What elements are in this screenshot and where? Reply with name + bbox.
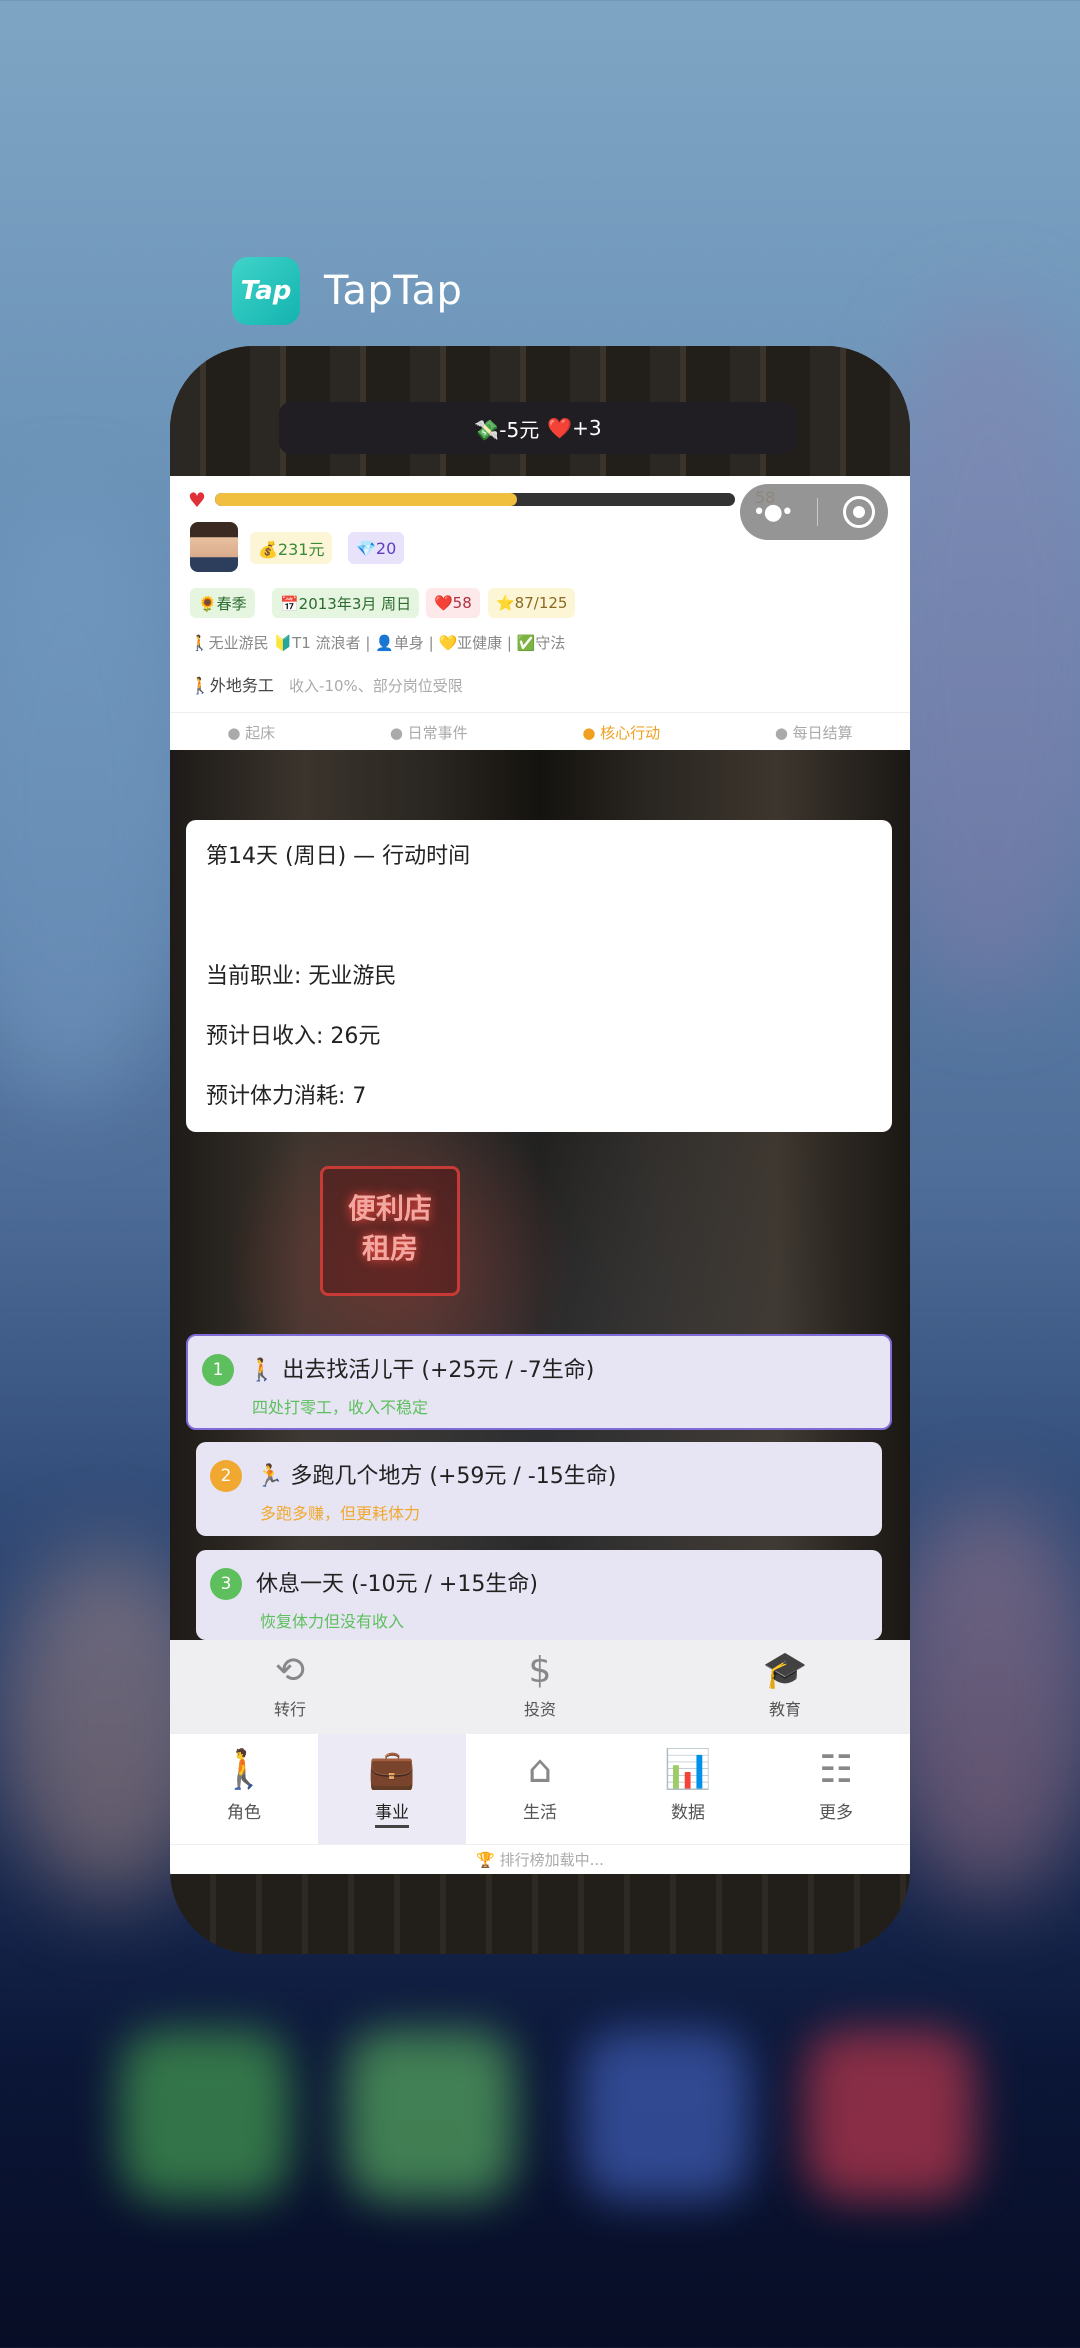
- close-target-icon[interactable]: [843, 496, 876, 528]
- work-note: 收入-10%、部分岗位受限: [289, 677, 463, 695]
- graduation-cap-icon: 🎓: [762, 1650, 808, 1691]
- heart-icon: ♥: [188, 488, 206, 512]
- sign-line-1: 便利店: [347, 1192, 432, 1225]
- current-job: 当前职业: 无业游民: [206, 964, 397, 989]
- nav-career[interactable]: 💼 事业: [318, 1734, 466, 1844]
- sign-line-2: 租房: [361, 1232, 418, 1265]
- app-header[interactable]: Tap TapTap: [232, 257, 462, 325]
- expected-stamina: 预计体力消耗: 7: [206, 1084, 367, 1109]
- option-title: 🚶 出去找活儿干 (+25元 / -7生命): [248, 1358, 595, 1383]
- hp-bar-fill: [215, 493, 517, 506]
- sub-nav-label: 投资: [523, 1700, 556, 1719]
- status-panel: ♥ 58 •●• 💰231元 💎20 🌻春季 📅2013年3月 周日 ❤️58 …: [170, 476, 910, 751]
- sub-nav-label: 教育: [768, 1700, 801, 1719]
- option-number: 2: [210, 1460, 242, 1492]
- briefcase-icon: 💼: [368, 1747, 416, 1791]
- taptap-logo-icon: Tap: [232, 257, 300, 325]
- option-subtitle: 四处打零工，收入不稳定: [252, 1398, 429, 1417]
- app-card[interactable]: 💸-5元 ❤️+3 ♥ 58 •●• 💰231元 💎20 🌻春季 📅2013年3…: [170, 346, 910, 1954]
- phase-indicator: ● 起床 ● 日常事件 ● 核心行动 ● 每日结算: [170, 712, 910, 751]
- main-nav: 🚶 角色 💼 事业 ⌂ 生活 📊 数据 ☷ 更多: [170, 1734, 910, 1844]
- phase-core-action: ● 核心行动: [582, 723, 661, 742]
- money-bag-icon: $: [528, 1650, 552, 1691]
- gem-badge: 💎20: [348, 532, 405, 564]
- sub-nav-career-change[interactable]: ⟲ 转行: [230, 1646, 350, 1720]
- alley-scene-bottom: [170, 1874, 910, 1954]
- nav-more[interactable]: ☷ 更多: [762, 1734, 910, 1844]
- expected-income: 预计日收入: 26元: [206, 1024, 381, 1049]
- option-number: 3: [210, 1568, 242, 1600]
- more-dots-icon[interactable]: •●•: [753, 500, 794, 525]
- walking-person-icon: 🚶: [220, 1747, 268, 1791]
- date-badge: 📅2013年3月 周日: [272, 588, 420, 618]
- neon-sign: 便利店 租房: [320, 1166, 460, 1296]
- day-title: 第14天 (周日) — 行动时间: [206, 844, 471, 869]
- avatar[interactable]: [190, 522, 238, 572]
- nav-label: 生活: [523, 1803, 557, 1823]
- app-name: TapTap: [324, 268, 463, 314]
- nav-label: 角色: [227, 1803, 261, 1823]
- option-title: 休息一天 (-10元 / +15生命): [256, 1572, 538, 1597]
- action-info-box: 第14天 (周日) — 行动时间 当前职业: 无业游民 预计日收入: 26元 预…: [186, 820, 892, 1132]
- hp-change: ❤️+3: [547, 416, 602, 440]
- capsule-divider: [817, 498, 819, 526]
- health-badge: ❤️58: [426, 588, 480, 618]
- nav-label: 数据: [671, 1803, 705, 1823]
- hp-bar: [215, 493, 735, 506]
- option-rest[interactable]: 3 休息一天 (-10元 / +15生命) 恢复体力但没有收入: [196, 1550, 882, 1640]
- phase-wake: ● 起床: [227, 723, 276, 742]
- person-cycle-icon: ⟲: [274, 1650, 306, 1691]
- change-toast: 💸-5元 ❤️+3: [279, 402, 797, 454]
- sub-nav-label: 转行: [273, 1700, 306, 1719]
- season-badge: 🌻春季: [190, 588, 255, 618]
- money-badge: 💰231元: [250, 532, 333, 564]
- option-subtitle: 多跑多赚，但更耗体力: [260, 1504, 421, 1523]
- sub-nav-education[interactable]: 🎓 教育: [725, 1646, 845, 1720]
- phase-settlement: ● 每日结算: [774, 723, 853, 742]
- nav-data[interactable]: 📊 数据: [614, 1734, 762, 1844]
- option-title: 🏃 多跑几个地方 (+59元 / -15生命): [256, 1464, 617, 1489]
- phase-daily-event: ● 日常事件: [389, 723, 468, 742]
- option-subtitle: 恢复体力但没有收入: [260, 1612, 405, 1631]
- work-label: 🚶外地务工: [190, 676, 274, 695]
- status-tags: 🚶无业游民 🔰T1 流浪者 | 👤单身 | 💛亚健康 | ✅守法: [190, 634, 566, 652]
- nav-label: 更多: [819, 1803, 853, 1823]
- mini-program-capsule[interactable]: •●•: [740, 484, 888, 540]
- life-grid-icon: ⌂: [527, 1747, 553, 1791]
- option-run-more[interactable]: 2 🏃 多跑几个地方 (+59元 / -15生命) 多跑多赚，但更耗体力: [196, 1442, 882, 1536]
- sub-nav: ⟲ 转行 $ 投资 🎓 教育: [170, 1640, 910, 1734]
- nav-life[interactable]: ⌂ 生活: [466, 1734, 614, 1844]
- money-change: 💸-5元: [474, 417, 540, 442]
- bar-chart-icon: 📊: [664, 1747, 712, 1791]
- work-status: 🚶外地务工 收入-10%、部分岗位受限: [190, 672, 463, 696]
- nav-label: 事业: [375, 1803, 409, 1828]
- option-number: 1: [202, 1354, 234, 1386]
- list-grid-icon: ☷: [818, 1747, 854, 1791]
- sub-nav-invest[interactable]: $ 投资: [480, 1646, 600, 1720]
- option-find-work[interactable]: 1 🚶 出去找活儿干 (+25元 / -7生命) 四处打零工，收入不稳定: [186, 1334, 892, 1430]
- rating-badge: ⭐87/125: [488, 588, 576, 618]
- nav-character[interactable]: 🚶 角色: [170, 1734, 318, 1844]
- ranking-loading: 🏆 排行榜加载中...: [170, 1844, 910, 1875]
